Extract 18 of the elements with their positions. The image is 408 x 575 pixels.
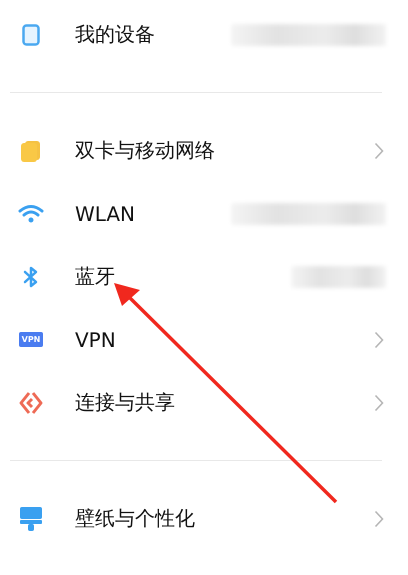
paint-brush-icon [19,506,43,532]
chevron-right-icon [374,394,384,412]
setting-label[interactable]: 我的设备 [75,21,155,48]
setting-label[interactable]: WLAN [75,202,136,226]
phone-icon [22,24,40,46]
setting-label[interactable]: 双卡与移动网络 [75,137,215,164]
wifi-icon [18,204,44,224]
chevron-right-icon [374,330,384,348]
sim-card-icon [20,140,42,162]
share-link-icon [18,390,44,414]
vpn-badge-icon: VPN [18,332,44,347]
setting-label[interactable]: 连接与共享 [75,389,175,416]
setting-label[interactable]: VPN [75,328,116,352]
setting-label[interactable]: 蓝牙 [75,263,115,290]
chevron-right-icon [374,510,384,528]
bluetooth-icon [23,264,39,288]
setting-label[interactable]: 壁纸与个性化 [75,505,195,532]
chevron-right-icon [374,142,384,160]
